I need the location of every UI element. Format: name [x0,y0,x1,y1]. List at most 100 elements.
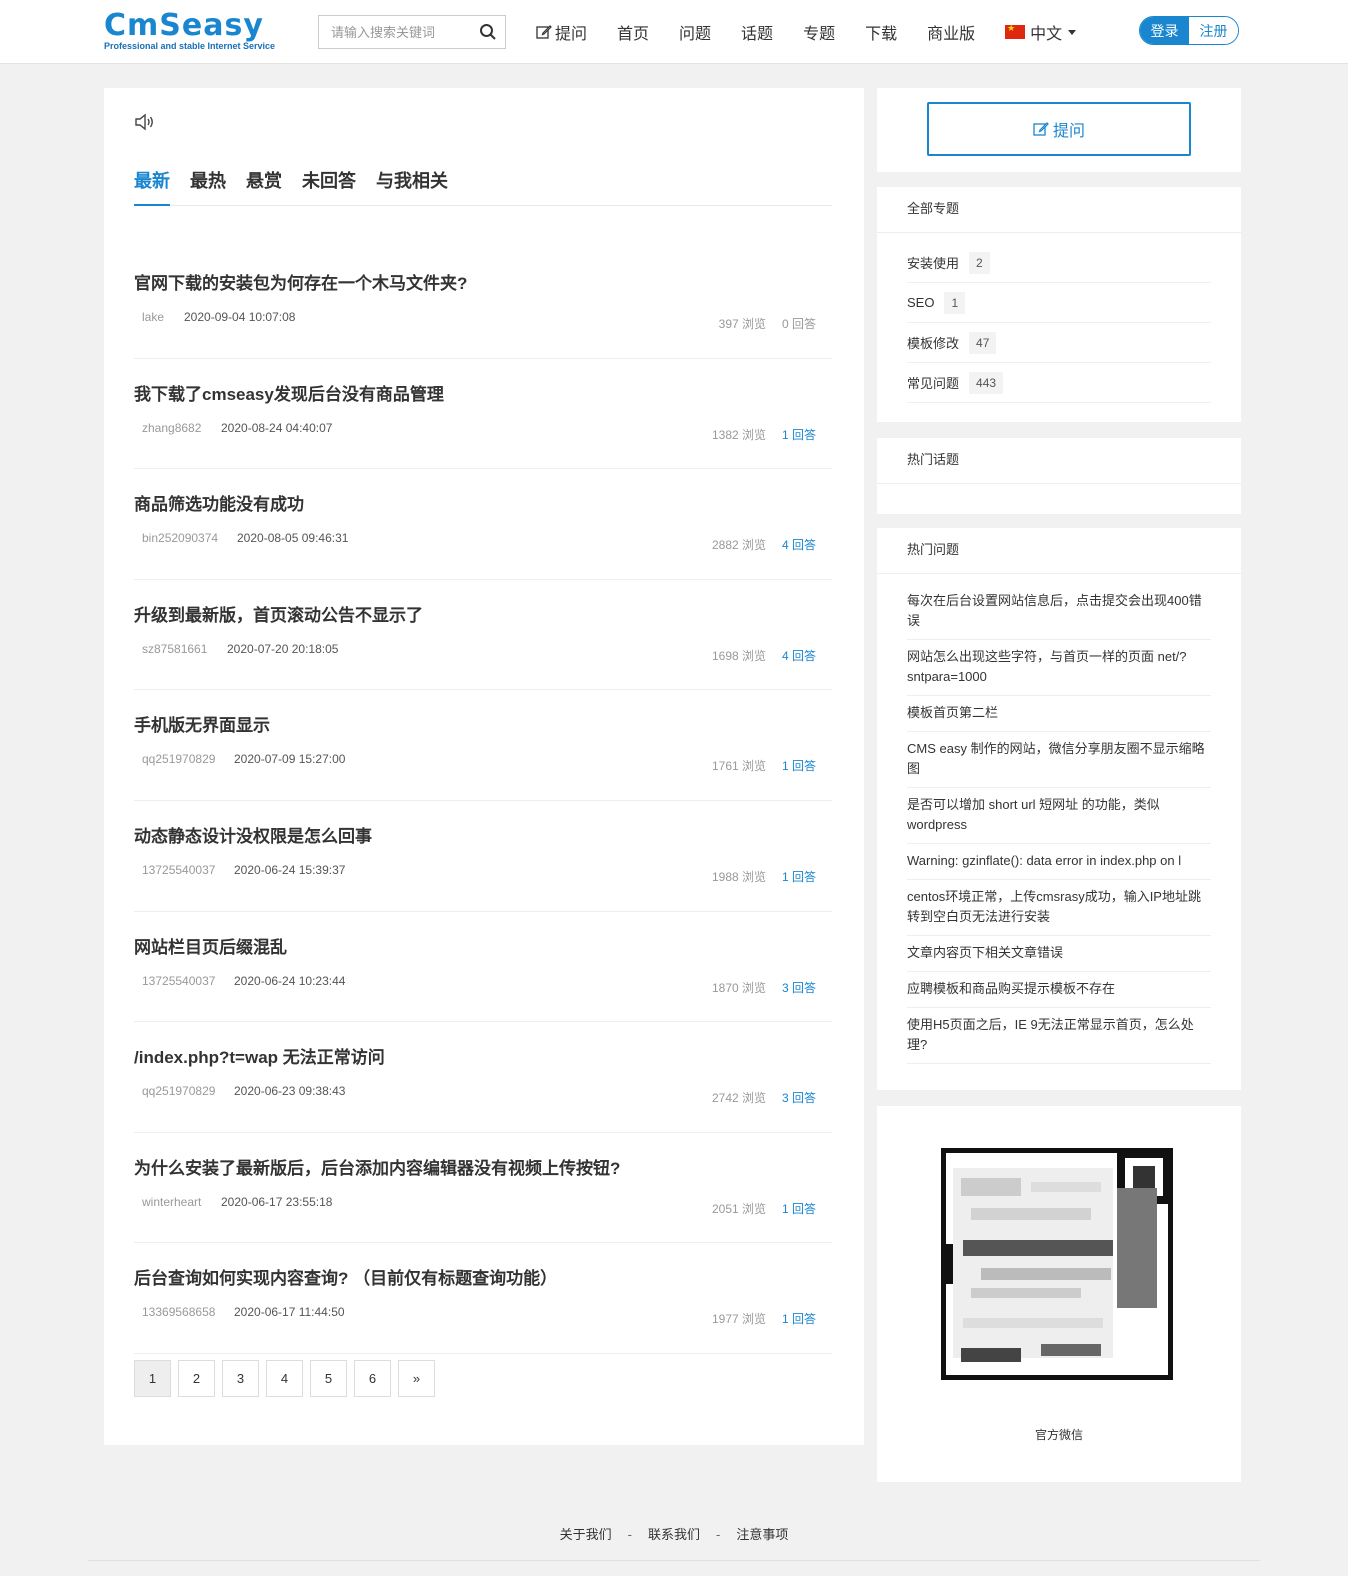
nav-home[interactable]: 首页 [617,20,649,44]
question-title[interactable]: 网站栏目页后缀混乱 [134,933,287,958]
page-button[interactable]: 4 [266,1360,303,1397]
nav-download[interactable]: 下载 [865,20,897,44]
hot-questions-title: 热门问题 [877,528,1241,574]
question-item: 商品筛选功能没有成功 bin252090374 2020-08-05 09:46:3… [134,469,832,580]
question-answers[interactable]: 4 回答 [782,536,816,553]
question-author[interactable]: winterheart [142,1195,201,1209]
footer-notice-link[interactable]: 注意事项 [736,1527,788,1542]
topic-item[interactable]: 安装使用 2 [907,243,1211,283]
hot-question-link[interactable]: 网站怎么出现这些字符，与首页一样的页面 net/?sntpara=1000 [907,640,1211,696]
login-button[interactable]: 登录 [1140,17,1189,44]
nav-ask[interactable]: 提问 [536,20,587,44]
question-title[interactable]: 升级到最新版，首页滚动公告不显示了 [134,601,423,626]
ask-question-button[interactable]: 提问 [927,102,1191,156]
topic-count-badge: 47 [969,331,997,354]
hot-question-link[interactable]: 每次在后台设置网站信息后，点击提交会出现400错误 [907,584,1211,640]
search-input[interactable] [319,16,469,48]
question-item: 官网下载的安装包为何存在一个木马文件夹? lake 2020-09-04 10:07… [134,248,832,359]
question-list: 官网下载的安装包为何存在一个木马文件夹? lake 2020-09-04 10:07… [134,248,832,1354]
question-title[interactable]: 商品筛选功能没有成功 [134,490,304,515]
question-author[interactable]: qq251970829 [142,1084,215,1098]
question-item: 为什么安装了最新版后，后台添加内容编辑器没有视频上传按钮? winterheart… [134,1133,832,1244]
question-title[interactable]: /index.php?t=wap 无法正常访问 [134,1043,385,1068]
topic-item[interactable]: 常见问题 443 [907,363,1211,403]
question-answers[interactable]: 1 回答 [782,757,816,774]
hot-question-link[interactable]: Warning: gzinflate(): data error in inde… [907,844,1211,880]
question-author[interactable]: qq251970829 [142,752,215,766]
question-time: 2020-07-09 15:27:00 [234,752,346,767]
next-page-button[interactable]: » [398,1360,435,1397]
question-title[interactable]: 官网下载的安装包为何存在一个木马文件夹? [134,269,467,294]
nav-commercial[interactable]: 商业版 [927,20,975,44]
question-time: 2020-08-24 04:40:07 [221,420,333,435]
hot-question-link[interactable]: 模板首页第二栏 [907,696,1211,732]
topic-item[interactable]: SEO 1 [907,283,1211,323]
hot-question-link[interactable]: 是否可以增加 short url 短网址 的功能，类似wordpress [907,788,1211,844]
question-answers[interactable]: 1 回答 [782,1200,816,1217]
question-views: 1988 浏览 [711,869,766,884]
tab-bounty[interactable]: 悬赏 [246,170,282,206]
nav-subjects[interactable]: 专题 [803,20,835,44]
hot-question-link[interactable]: centos环境正常，上传cmsrasy成功，输入IP地址跳转到空白页无法进行安… [907,880,1211,936]
hot-question-link[interactable]: 应聘模板和商品购买提示模板不存在 [907,972,1211,1008]
topic-name: 安装使用 [907,256,960,271]
question-item: 网站栏目页后缀混乱 13725540037 2020-06-24 10:23:44 1… [134,912,832,1023]
question-title[interactable]: 为什么安装了最新版后，后台添加内容编辑器没有视频上传按钮? [134,1154,620,1179]
question-answers[interactable]: 3 回答 [782,979,816,996]
footer-contact-link[interactable]: 联系我们 [648,1527,700,1542]
question-answers[interactable]: 1 回答 [782,868,816,885]
question-author[interactable]: 13725540037 [142,863,215,877]
language-selector[interactable]: 中文 [1005,20,1077,44]
page-button[interactable]: 3 [222,1360,259,1397]
question-title[interactable]: 后台查询如何实现内容查询? （目前仅有标题查询功能） [134,1264,557,1289]
question-author[interactable]: lake [142,310,164,324]
question-item: 升级到最新版，首页滚动公告不显示了 sz87581661 2020-07-20 20… [134,580,832,691]
question-author[interactable]: 13369568658 [142,1305,215,1319]
nav-questions[interactable]: 问题 [679,20,711,44]
page-button[interactable]: 5 [310,1360,347,1397]
question-answers[interactable]: 0 回答 [782,315,816,332]
question-time: 2020-06-17 23:55:18 [221,1194,333,1209]
hot-question-link[interactable]: 使用H5页面之后，IE 9无法正常显示首页，怎么处理? [907,1008,1211,1064]
question-author[interactable]: zhang8682 [142,421,201,435]
tab-related-to-me[interactable]: 与我相关 [376,170,448,206]
tab-latest[interactable]: 最新 [134,170,170,206]
question-answers[interactable]: 3 回答 [782,1089,816,1106]
pagination: 1 2 3 4 5 6» [134,1360,442,1397]
question-tabs: 最新 最热 悬赏 未回答 与我相关 [134,170,832,206]
hot-question-link[interactable]: 文章内容页下相关文章错误 [907,936,1211,972]
page-button[interactable]: 1 [134,1360,171,1397]
hot-question-link[interactable]: CMS easy 制作的网站，微信分享朋友圈不显示缩略图 [907,732,1211,788]
question-author[interactable]: 13725540037 [142,974,215,988]
footer-divider [88,1560,1260,1561]
footer: 关于我们 - 联系我们 - 注意事项 [0,1524,1348,1543]
nav-topics[interactable]: 话题 [741,20,773,44]
question-views: 1382 浏览 [711,427,766,442]
question-answers[interactable]: 4 回答 [782,647,816,664]
tab-hottest[interactable]: 最热 [190,170,226,206]
tab-unanswered[interactable]: 未回答 [302,170,356,206]
question-item: 动态静态设计没权限是怎么回事 13725540037 2020-06-24 15:3… [134,801,832,912]
footer-about-link[interactable]: 关于我们 [560,1527,612,1542]
topic-item[interactable]: 模板修改 47 [907,323,1211,363]
question-time: 2020-09-04 10:07:08 [184,310,296,324]
question-title[interactable]: 手机版无界面显示 [134,711,270,736]
question-author[interactable]: bin252090374 [142,531,218,545]
logo-text: CmSeasy [104,8,264,43]
question-title[interactable]: 动态静态设计没权限是怎么回事 [134,822,372,847]
footer-separator: - [716,1527,721,1542]
page-button[interactable]: 6 [354,1360,391,1397]
register-button[interactable]: 注册 [1189,17,1238,44]
question-answers[interactable]: 1 回答 [782,426,816,443]
page-button[interactable]: 2 [178,1360,215,1397]
top-header: CmSeasy Professional and stable Internet… [0,0,1348,64]
question-author[interactable]: sz87581661 [142,642,207,656]
site-logo[interactable]: CmSeasy Professional and stable Internet… [104,8,288,52]
topic-count-badge: 2 [969,251,990,274]
all-topics-title: 全部专题 [877,187,1241,233]
logo-tagline: Professional and stable Internet Service [104,41,276,51]
question-title[interactable]: 我下载了cmseasy发现后台没有商品管理 [134,380,444,405]
question-item: 后台查询如何实现内容查询? （目前仅有标题查询功能） 13369568658 202… [134,1243,832,1354]
question-answers[interactable]: 1 回答 [782,1310,816,1327]
search-icon[interactable] [479,23,497,41]
